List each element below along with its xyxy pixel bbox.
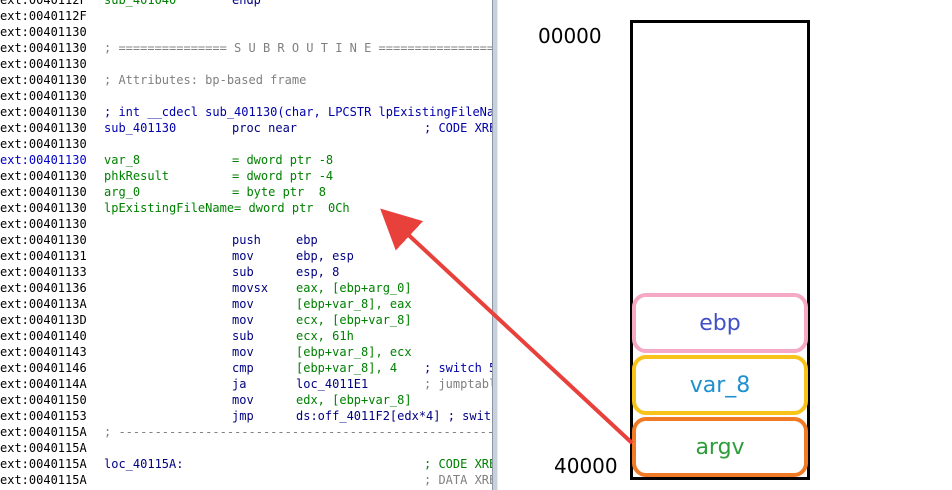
listing-address: ext:00401130 bbox=[0, 185, 87, 199]
listing-mnemonic: endp bbox=[232, 0, 261, 7]
stack-top-address: 00000 bbox=[538, 24, 602, 48]
listing-address: ext:00401130 bbox=[0, 89, 87, 103]
listing-mnemonic: ja bbox=[232, 377, 247, 391]
listing-mnemonic: push bbox=[232, 233, 261, 247]
listing-comment: ; CODE XREF: sub_401040+8D↑p bbox=[424, 121, 492, 135]
listing-address: ext:00401140 bbox=[0, 329, 87, 343]
listing-address: ext:0040115A bbox=[0, 425, 87, 439]
listing-address: ext:00401130 bbox=[0, 105, 87, 119]
listing-address: ext:00401130 bbox=[0, 217, 87, 231]
listing-label: phkResult bbox=[104, 169, 170, 183]
listing-address: ext:00401130 bbox=[0, 201, 87, 215]
listing-operands: [ebp+var_8], ecx bbox=[296, 345, 412, 359]
listing-label: sub_401130 bbox=[104, 121, 177, 135]
listing-address: ext:00401136 bbox=[0, 281, 87, 295]
listing-address: ext:00401153 bbox=[0, 409, 87, 423]
listing-address: ext:00401130 bbox=[0, 153, 87, 167]
listing-label: arg_0 bbox=[104, 185, 141, 199]
stack-slot-argv: argv bbox=[632, 417, 808, 477]
listing-comment: ; switch 5 cases bbox=[424, 361, 492, 375]
listing-mnemonic: sub bbox=[232, 329, 254, 343]
listing-address: ext:00401130 bbox=[0, 233, 87, 247]
listing-label: sub_401040 bbox=[104, 0, 177, 7]
listing-label: var_8 bbox=[104, 153, 141, 167]
stack-slot-var-8: var_8 bbox=[632, 355, 808, 415]
listing-mnemonic: mov bbox=[232, 249, 254, 263]
listing-operands: ecx, [ebp+var_8] bbox=[296, 313, 412, 327]
listing-operands: eax, [ebp+arg_0] bbox=[296, 281, 412, 295]
listing-address: ext:0040115A bbox=[0, 441, 87, 455]
listing-operands: [ebp+var_8], eax bbox=[296, 297, 412, 311]
listing-label: ; int __cdecl sub_401130(char, LPCSTR lp… bbox=[104, 105, 492, 119]
listing-label: loc_40115A: bbox=[104, 457, 184, 471]
listing-address: ext:0040112F bbox=[0, 0, 87, 7]
listing-address: ext:0040114A bbox=[0, 377, 87, 391]
listing-label: ; =============== S U B R O U T I N E ==… bbox=[104, 41, 492, 55]
listing-address: ext:0040115A bbox=[0, 457, 87, 471]
listing-address: ext:00401146 bbox=[0, 361, 87, 375]
listing-mnemonic: proc near bbox=[232, 121, 298, 135]
stack-slot-ebp: ebp bbox=[632, 293, 808, 353]
listing-operands: ebp, esp bbox=[296, 249, 354, 263]
listing-mnemonic: mov bbox=[232, 345, 254, 359]
listing-address: ext:00401130 bbox=[0, 169, 87, 183]
listing-mnemonic: = byte ptr 8 bbox=[232, 185, 326, 199]
listing-address: ext:00401130 bbox=[0, 25, 87, 39]
listing-mnemonic: sub bbox=[232, 265, 254, 279]
listing-mnemonic: = dword ptr -4 bbox=[232, 169, 334, 183]
listing-address: ext:0040115A bbox=[0, 473, 87, 487]
listing-address: ext:00401130 bbox=[0, 41, 87, 55]
listing-address: ext:00401130 bbox=[0, 57, 87, 71]
listing-label: lpExistingFileName= dword ptr 0Ch bbox=[104, 201, 350, 215]
listing-label: ; --------------------------------------… bbox=[104, 425, 492, 439]
listing-address: ext:00401133 bbox=[0, 265, 87, 279]
listing-operands: esp, 8 bbox=[296, 265, 340, 279]
listing-operands: ebp bbox=[296, 233, 318, 247]
listing-address: ext:0040112F bbox=[0, 9, 87, 23]
disassembly-listing-pane[interactable]: ext:0040112F sub_401040 endp ext:0040112F ex… bbox=[0, 0, 492, 490]
listing-mnemonic: cmp bbox=[232, 361, 254, 375]
listing-operands: [ebp+var_8], 4 bbox=[296, 361, 398, 375]
listing-mnemonic: mov bbox=[232, 297, 254, 311]
stack-bottom-address: 40000 bbox=[554, 454, 618, 478]
listing-address: ext:00401131 bbox=[0, 249, 87, 263]
listing-address: ext:0040113A bbox=[0, 297, 87, 311]
listing-address: ext:00401130 bbox=[0, 121, 87, 135]
listing-address: ext:00401130 bbox=[0, 73, 87, 87]
listing-address: ext:00401143 bbox=[0, 345, 87, 359]
listing-operands: ecx, 61h bbox=[296, 329, 354, 343]
listing-address: ext:0040113D bbox=[0, 313, 87, 327]
listing-comment: ; CODE XREF: sub_401130+23↑j bbox=[424, 457, 492, 471]
listing-mnemonic: jmp bbox=[232, 409, 254, 423]
listing-mnemonic: = dword ptr -8 bbox=[232, 153, 334, 167]
listing-label: ; Attributes: bp-based frame bbox=[104, 73, 307, 87]
listing-mnemonic: mov bbox=[232, 393, 254, 407]
listing-comment: ; jumptable 00401153 default case bbox=[424, 377, 492, 391]
listing-address: ext:00401130 bbox=[0, 137, 87, 151]
listing-operands: edx, [ebp+var_8] bbox=[296, 393, 412, 407]
stack-diagram: 00000 ebp var_8 argv 40000 bbox=[498, 0, 952, 490]
listing-operands: ds:off_4011F2[edx*4] ; switch jump bbox=[296, 409, 492, 423]
listing-mnemonic: mov bbox=[232, 313, 254, 327]
listing-comment: ; DATA XREF: .text:off_4011F2↓o bbox=[424, 473, 492, 487]
listing-mnemonic: movsx bbox=[232, 281, 269, 295]
listing-operands: loc_4011E1 bbox=[296, 377, 369, 391]
listing-address: ext:00401150 bbox=[0, 393, 87, 407]
